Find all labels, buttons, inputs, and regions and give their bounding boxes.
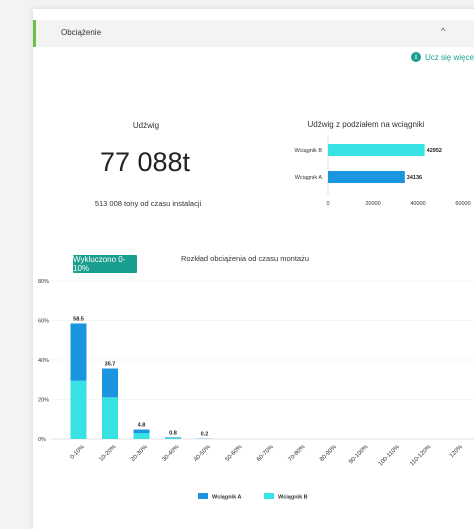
- load-y-tick-label: 60%: [38, 319, 49, 325]
- hoist-tick-label: 60000: [455, 201, 470, 207]
- load-total-label: 58.5: [73, 316, 84, 322]
- load-x-tick-label: 0-10%: [69, 444, 86, 461]
- section-header[interactable]: Obciążenie ^: [33, 20, 474, 47]
- load-y-tick-label: 40%: [38, 358, 49, 364]
- legend-label: Wciągnik A: [212, 495, 241, 501]
- hoist-bar: [328, 144, 425, 156]
- load-bar-hoist-a: [102, 368, 118, 397]
- load-panel: Obciążenie ^ i Ucz się więcej Udźwig 77 …: [33, 9, 474, 529]
- load-x-tick-label: 10-20%: [99, 444, 118, 463]
- hoist-tick-label: 20000: [365, 201, 380, 207]
- load-x-tick-label: 120%: [449, 444, 465, 460]
- load-total-label: 0.8: [169, 430, 177, 436]
- hoist-bar: [328, 171, 405, 183]
- hoist-capacity-chart: Wciągnik B 42952 Wciągnik A 34136 0 20000 4000…: [264, 133, 474, 213]
- hoist-value-label: 42952: [427, 148, 442, 154]
- capacity-value: 77 088t: [93, 147, 197, 178]
- chevron-up-icon[interactable]: ^: [441, 26, 445, 36]
- learn-more-link[interactable]: i Ucz się więcej: [411, 52, 474, 62]
- capacity-since-install: 513 008 tony od czasu instalacji: [53, 199, 243, 208]
- load-bar-hoist-b: [134, 433, 150, 439]
- learn-more-label: Ucz się więcej: [425, 53, 474, 62]
- load-bar-hoist-b: [165, 438, 181, 439]
- legend-swatch: [198, 493, 208, 499]
- hoist-tick-label: 40000: [410, 201, 425, 207]
- hoist-category-label: Wciągnik A: [295, 175, 323, 181]
- capacity-label: Udźwig: [116, 121, 176, 130]
- load-x-tick-label: 50-60%: [225, 444, 244, 463]
- load-total-label: 0.2: [201, 432, 209, 438]
- load-x-tick-label: 80-90%: [319, 444, 338, 463]
- load-x-tick-label: 40-50%: [193, 444, 212, 463]
- hoist-value-label: 34136: [407, 175, 422, 181]
- section-title: Obciążenie: [61, 28, 101, 37]
- load-total-label: 4.8: [138, 423, 146, 429]
- load-y-tick-label: 80%: [38, 279, 49, 285]
- load-bar-hoist-a: [134, 430, 150, 434]
- load-x-tick-label: 60-70%: [256, 444, 275, 463]
- load-x-tick-label: 30-40%: [162, 444, 181, 463]
- load-x-tick-label: 20-30%: [130, 444, 149, 463]
- load-x-tick-label: 100-110%: [378, 444, 402, 468]
- load-x-tick-label: 110-120%: [409, 444, 433, 468]
- info-icon: i: [411, 52, 421, 62]
- load-bar-hoist-a: [71, 323, 87, 380]
- load-distribution-chart: 0% 20% 40% 60% 80% 58.5 0-10% 35.7 10-20% 4.8 20-3…: [33, 271, 474, 529]
- hoist-category-label: Wciągnik B: [294, 148, 322, 154]
- load-distribution-title: Rozkład obciążenia od czasu montażu: [181, 254, 309, 263]
- legend-label: Wciągnik B: [278, 495, 308, 501]
- load-bar-hoist-b: [102, 397, 118, 439]
- load-x-tick-label: 90-100%: [348, 444, 370, 466]
- legend-swatch: [264, 493, 274, 499]
- load-bar-hoist-b: [71, 381, 87, 439]
- load-y-tick-label: 0%: [38, 437, 46, 443]
- load-x-tick-label: 70-80%: [288, 444, 307, 463]
- hoist-tick-label: 0: [326, 201, 329, 207]
- load-total-label: 35.7: [105, 361, 116, 367]
- hoist-chart-title: Udźwig z podziałem na wciągniki: [281, 120, 451, 129]
- load-bar-hoist-a: [165, 437, 181, 438]
- load-y-tick-label: 20%: [38, 398, 49, 404]
